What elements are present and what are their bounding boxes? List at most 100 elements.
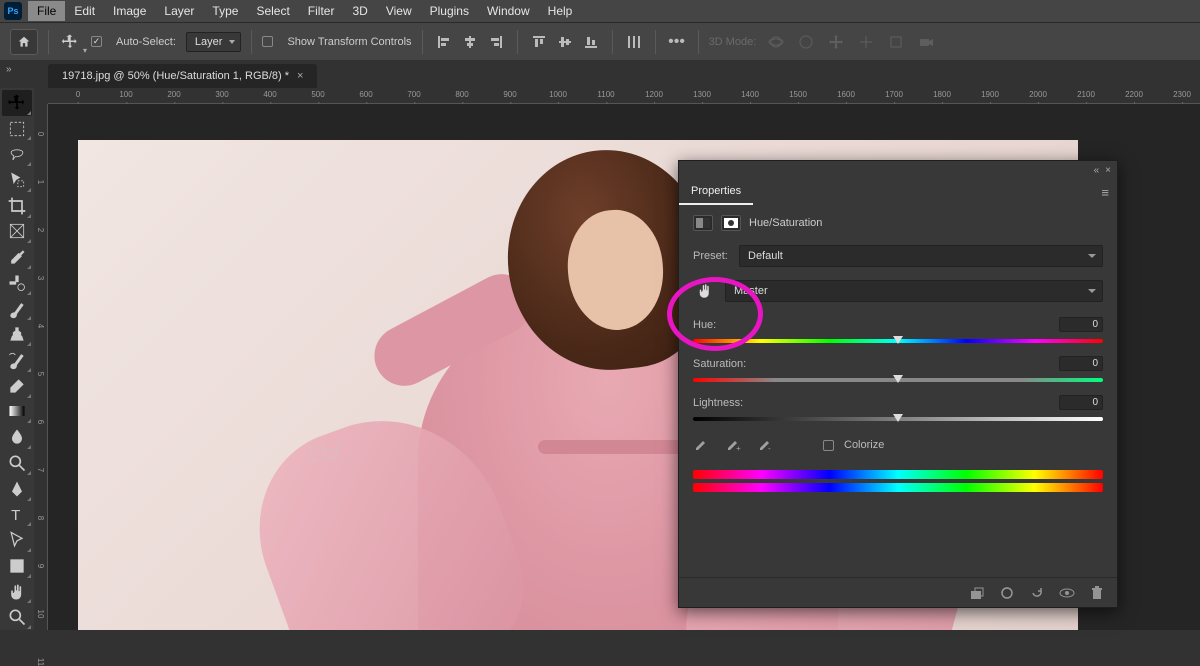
ruler-tick: 0 — [36, 132, 45, 136]
path-select-tool[interactable] — [2, 527, 32, 553]
eraser-tool[interactable] — [2, 373, 32, 399]
3d-pan-icon[interactable] — [826, 32, 846, 52]
align-bottom-button[interactable] — [580, 31, 602, 53]
menu-image[interactable]: Image — [104, 1, 155, 21]
channel-dropdown[interactable]: Master — [725, 280, 1103, 302]
3d-orbit-icon[interactable] — [766, 32, 786, 52]
mask-icon[interactable] — [721, 215, 741, 231]
slider-thumb-icon[interactable] — [893, 336, 903, 344]
trash-icon[interactable] — [1089, 585, 1105, 601]
menu-filter[interactable]: Filter — [299, 1, 344, 21]
type-tool[interactable]: T — [2, 502, 32, 528]
ruler-tick: 2 — [36, 228, 45, 232]
align-left-button[interactable] — [433, 31, 455, 53]
reset-icon[interactable] — [1029, 585, 1045, 601]
lightness-slider[interactable] — [693, 414, 1103, 424]
panel-header-controls: « × — [679, 161, 1117, 179]
visibility-icon[interactable] — [1059, 585, 1075, 601]
menu-view[interactable]: View — [377, 1, 421, 21]
clip-to-layer-icon[interactable] — [969, 585, 985, 601]
toolbar-expand-icon[interactable]: » — [6, 64, 12, 75]
document-tab-title: 19718.jpg @ 50% (Hue/Saturation 1, RGB/8… — [62, 70, 289, 82]
clone-stamp-tool[interactable] — [2, 321, 32, 347]
align-hcenter-button[interactable] — [459, 31, 481, 53]
auto-select-checkbox[interactable] — [91, 36, 102, 47]
menu-edit[interactable]: Edit — [65, 1, 104, 21]
move-tool-icon[interactable]: ▾ — [59, 31, 81, 53]
frame-tool[interactable] — [2, 219, 32, 245]
view-previous-icon[interactable] — [999, 585, 1015, 601]
color-range-bars[interactable] — [693, 470, 1103, 492]
close-tab-icon[interactable]: × — [297, 70, 303, 82]
svg-text:-: - — [768, 444, 771, 452]
object-select-tool[interactable] — [2, 167, 32, 193]
hue-slider[interactable] — [693, 336, 1103, 346]
align-vcenter-button[interactable] — [554, 31, 576, 53]
ruler-tick: 1800 — [933, 90, 951, 99]
saturation-slider[interactable] — [693, 375, 1103, 385]
divider — [655, 30, 656, 54]
menu-layer[interactable]: Layer — [155, 1, 203, 21]
properties-panel[interactable]: « × Properties ≡ Hue/Saturation Preset: … — [678, 160, 1118, 608]
tab-properties[interactable]: Properties — [679, 179, 753, 205]
pen-tool[interactable] — [2, 476, 32, 502]
ruler-tick: 1 — [36, 180, 45, 184]
divider — [251, 30, 252, 54]
ruler-vertical[interactable]: 01234567891011 — [34, 104, 48, 630]
more-align-button[interactable]: ••• — [666, 31, 688, 53]
svg-text:+: + — [736, 444, 741, 452]
slider-thumb-icon[interactable] — [893, 414, 903, 422]
menu-plugins[interactable]: Plugins — [421, 1, 478, 21]
marquee-tool[interactable] — [2, 116, 32, 142]
collapse-panel-icon[interactable]: « — [1094, 165, 1100, 176]
eyedropper-set-icon[interactable] — [693, 436, 711, 454]
healing-brush-tool[interactable] — [2, 270, 32, 296]
dodge-tool[interactable] — [2, 450, 32, 476]
slider-thumb-icon[interactable] — [893, 375, 903, 383]
menu-3d[interactable]: 3D — [343, 1, 376, 21]
zoom-tool[interactable] — [2, 604, 32, 630]
ruler-tick: 1400 — [741, 90, 759, 99]
3d-slide-icon[interactable] — [856, 32, 876, 52]
home-button[interactable] — [10, 29, 38, 55]
targeted-adjustment-button[interactable] — [693, 279, 717, 303]
blur-tool[interactable] — [2, 424, 32, 450]
lasso-tool[interactable] — [2, 141, 32, 167]
eyedropper-add-icon[interactable]: + — [725, 436, 743, 454]
menu-type[interactable]: Type — [203, 1, 247, 21]
menu-window[interactable]: Window — [478, 1, 539, 21]
brush-tool[interactable] — [2, 296, 32, 322]
3d-roll-icon[interactable] — [796, 32, 816, 52]
menu-select[interactable]: Select — [247, 1, 298, 21]
preset-dropdown[interactable]: Default — [739, 245, 1103, 267]
move-tool[interactable] — [2, 90, 32, 116]
gradient-tool[interactable] — [2, 399, 32, 425]
saturation-value[interactable]: 0 — [1059, 356, 1103, 371]
close-panel-icon[interactable]: × — [1105, 165, 1111, 176]
align-right-button[interactable] — [485, 31, 507, 53]
distribute-button[interactable] — [623, 31, 645, 53]
3d-scale-icon[interactable] — [886, 32, 906, 52]
document-tab[interactable]: 19718.jpg @ 50% (Hue/Saturation 1, RGB/8… — [48, 64, 317, 88]
eyedropper-sub-icon[interactable]: - — [757, 436, 775, 454]
shape-tool[interactable] — [2, 553, 32, 579]
ruler-tick: 7 — [36, 468, 45, 472]
hue-value[interactable]: 0 — [1059, 317, 1103, 332]
eyedropper-tool[interactable] — [2, 244, 32, 270]
hand-tool[interactable] — [2, 579, 32, 605]
lightness-value[interactable]: 0 — [1059, 395, 1103, 410]
show-transform-checkbox[interactable] — [262, 36, 273, 47]
menu-file[interactable]: File — [28, 1, 65, 21]
ruler-tick: 2300 — [1173, 90, 1191, 99]
crop-tool[interactable] — [2, 193, 32, 219]
align-top-button[interactable] — [528, 31, 550, 53]
menu-help[interactable]: Help — [539, 1, 582, 21]
panel-menu-icon[interactable]: ≡ — [1101, 185, 1117, 200]
saturation-label: Saturation: — [693, 358, 746, 370]
ruler-horizontal[interactable]: 0100200300400500600700800900100011001200… — [48, 88, 1200, 104]
3d-camera-icon[interactable] — [916, 32, 936, 52]
auto-select-target-dropdown[interactable]: Layer — [186, 32, 242, 52]
colorize-label: Colorize — [844, 439, 884, 451]
history-brush-tool[interactable] — [2, 347, 32, 373]
colorize-checkbox[interactable] — [823, 440, 834, 451]
